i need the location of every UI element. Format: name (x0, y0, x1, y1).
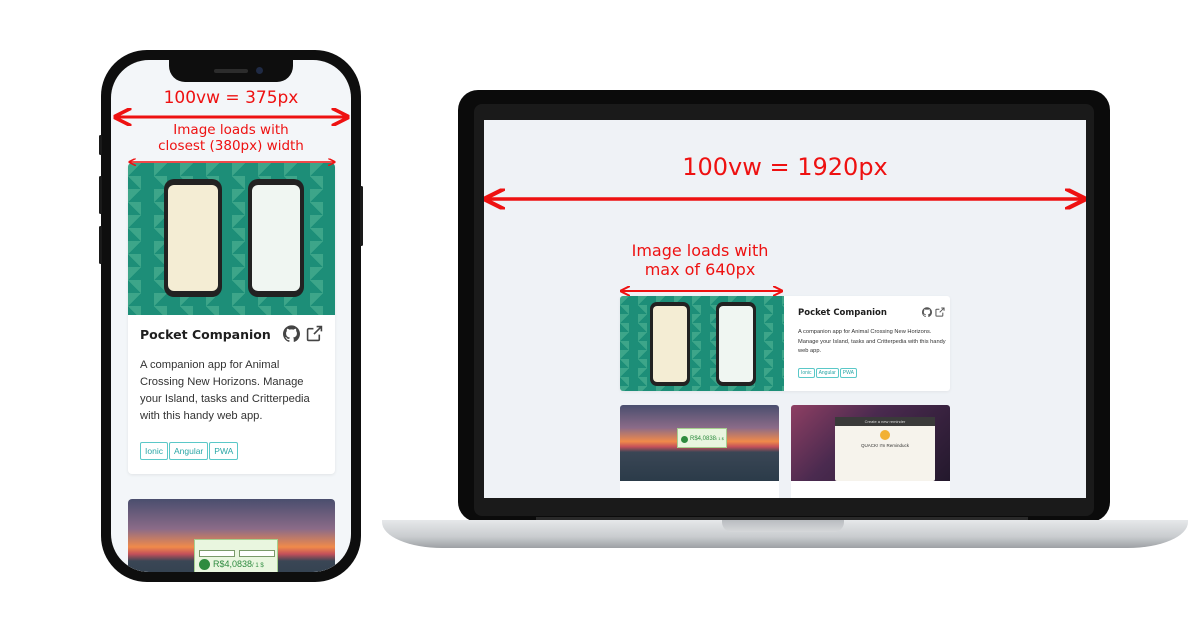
laptop-viewport-label: 100vw = 1920px (682, 153, 888, 181)
laptop-image-label: Image loads with max of 640px (631, 241, 769, 279)
phone-image-label: Image loads with closest (380px) width (158, 122, 304, 154)
phone-viewport-label: 100vw = 375px (163, 88, 299, 108)
